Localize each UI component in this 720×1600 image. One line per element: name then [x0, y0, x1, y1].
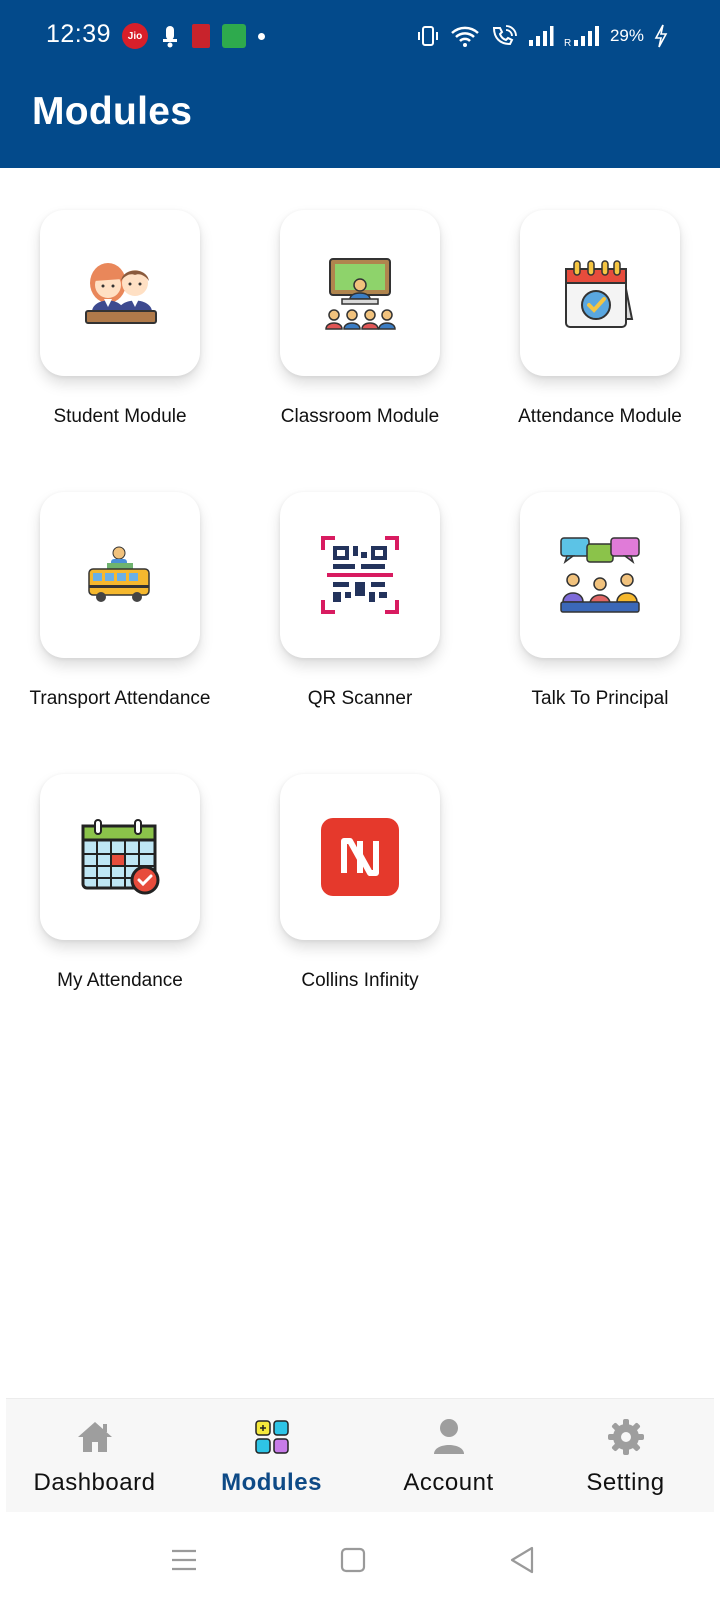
store-notification-icon	[222, 24, 246, 48]
classroom-icon	[325, 258, 396, 330]
nav-dashboard[interactable]: Dashboard	[6, 1399, 183, 1513]
square-icon	[340, 1547, 366, 1573]
school-bus-icon	[88, 546, 150, 602]
nav-setting[interactable]: Setting	[537, 1399, 714, 1513]
meeting-chat-icon	[560, 537, 640, 613]
qr-scanner-icon	[321, 536, 399, 614]
modules-grid-icon	[252, 1417, 292, 1457]
status-bar: 12:39 Jio R 29%	[0, 0, 720, 72]
module-card[interactable]	[520, 492, 680, 658]
module-label: Collins Infinity	[301, 970, 419, 991]
module-card[interactable]	[520, 210, 680, 376]
signal-roaming-icon: R	[564, 26, 599, 47]
module-label: QR Scanner	[307, 688, 413, 709]
notification-bell-icon	[163, 26, 177, 48]
module-label: My Attendance	[57, 970, 183, 991]
nav-label: Account	[403, 1469, 494, 1496]
bottom-navigation: Dashboard Modules Account Setting	[6, 1398, 714, 1512]
nav-modules[interactable]: Modules	[183, 1399, 360, 1513]
module-qr-scanner[interactable]: QR Scanner	[240, 492, 480, 752]
module-student[interactable]: Student Module	[0, 210, 240, 470]
nav-account[interactable]: Account	[360, 1399, 537, 1513]
back-triangle-icon	[510, 1546, 534, 1574]
back-button[interactable]	[502, 1540, 542, 1580]
charging-icon	[654, 24, 668, 48]
jio-icon: Jio	[122, 23, 148, 49]
page-title: Modules	[32, 90, 193, 133]
gear-icon	[606, 1417, 646, 1457]
module-label: Talk To Principal	[531, 688, 669, 709]
menu-icon	[172, 1549, 196, 1571]
system-navigation-bar	[0, 1512, 720, 1600]
signal-icon	[528, 26, 554, 46]
collins-infinity-logo-icon	[321, 818, 399, 896]
module-card[interactable]	[280, 210, 440, 376]
module-talk-to-principal[interactable]: Talk To Principal	[480, 492, 720, 752]
svg-text:R: R	[564, 38, 571, 47]
calendar-check-icon	[81, 819, 160, 895]
recent-apps-button[interactable]	[164, 1540, 204, 1580]
module-collins-infinity[interactable]: Collins Infinity	[240, 774, 480, 1034]
battery-percentage: 29%	[609, 26, 644, 45]
wifi-calling-icon	[492, 25, 517, 46]
attendance-calendar-icon	[565, 260, 634, 328]
home-icon	[75, 1417, 115, 1457]
nav-label: Setting	[586, 1469, 665, 1496]
nav-label: Dashboard	[33, 1469, 156, 1496]
more-notifications-dot	[258, 32, 265, 40]
app-notification-icon	[192, 24, 210, 48]
notification-icons: Jio	[122, 22, 265, 50]
module-card[interactable]	[280, 492, 440, 658]
status-time: 12:39	[46, 20, 112, 48]
module-card[interactable]	[40, 210, 200, 376]
module-card[interactable]	[40, 774, 200, 940]
vibrate-icon	[417, 26, 438, 46]
module-card[interactable]	[280, 774, 440, 940]
module-label: Student Module	[53, 406, 187, 427]
status-right: R 29%	[416, 22, 668, 50]
wifi-icon	[451, 26, 479, 47]
module-my-attendance[interactable]: My Attendance	[0, 774, 240, 1034]
module-card[interactable]	[40, 492, 200, 658]
module-label: Classroom Module	[280, 406, 440, 427]
home-button[interactable]	[333, 1540, 373, 1580]
students-icon	[85, 263, 157, 324]
module-attendance[interactable]: Attendance Module	[480, 210, 720, 470]
person-icon	[429, 1417, 469, 1457]
app-header: 12:39 Jio R 29% Modules	[0, 0, 720, 168]
module-classroom[interactable]: Classroom Module	[240, 210, 480, 470]
module-transport-attendance[interactable]: Transport Attendance	[0, 492, 240, 752]
module-label: Attendance Module	[518, 406, 682, 427]
module-label: Transport Attendance	[29, 688, 211, 709]
nav-label: Modules	[221, 1469, 322, 1496]
